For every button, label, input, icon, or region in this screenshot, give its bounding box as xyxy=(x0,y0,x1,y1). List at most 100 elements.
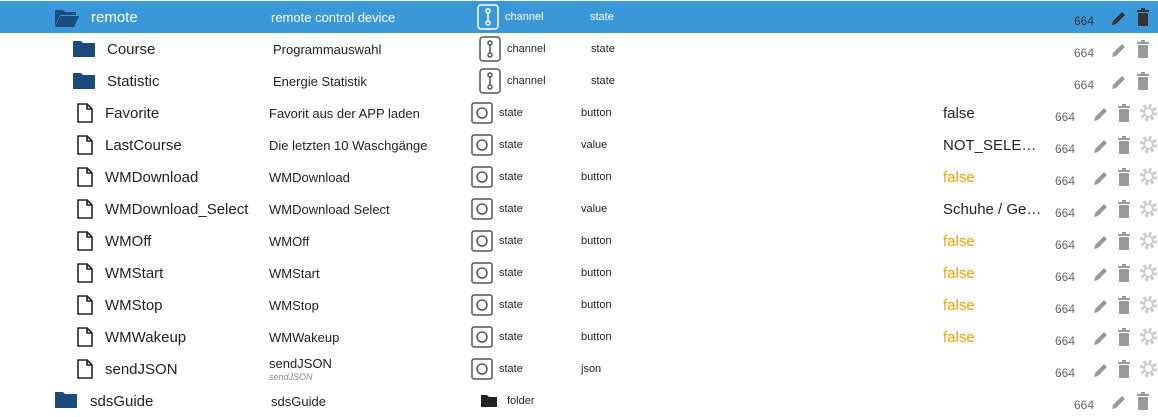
gear-icon[interactable] xyxy=(1139,199,1158,218)
tree-row-wmstop[interactable]: WMStop WMStop state button false 664 xyxy=(0,289,1158,321)
delete-icon[interactable] xyxy=(1136,72,1150,90)
row-type: state xyxy=(499,363,523,375)
row-acl: 664 xyxy=(1074,46,1095,60)
channel-icon xyxy=(479,68,501,94)
row-role: state xyxy=(590,11,614,23)
edit-icon[interactable] xyxy=(1110,9,1128,27)
gear-icon[interactable] xyxy=(1139,135,1158,154)
edit-icon[interactable] xyxy=(1110,393,1128,411)
folder-icon xyxy=(55,392,77,408)
row-description: Die letzten 10 Waschgänge xyxy=(269,138,428,153)
row-description: Favorit aus der APP laden xyxy=(269,106,420,121)
row-description: WMOff xyxy=(269,234,310,249)
tree-row-sdsguide[interactable]: sdsGuide sdsGuide folder 664 xyxy=(0,385,1158,417)
row-value[interactable]: false xyxy=(943,265,1043,282)
row-role: button xyxy=(581,235,612,247)
row-acl: 664 xyxy=(1055,270,1076,284)
state-icon xyxy=(471,102,493,124)
gear-icon[interactable] xyxy=(1139,327,1158,346)
gear-icon[interactable] xyxy=(1139,167,1158,186)
row-value[interactable]: false xyxy=(943,169,1043,186)
row-acl: 664 xyxy=(1074,14,1095,28)
tree-row-sendjson[interactable]: sendJSON sendJSON sendJSON state json 66… xyxy=(0,353,1158,385)
edit-icon[interactable] xyxy=(1110,41,1128,59)
folder-icon xyxy=(73,73,95,89)
row-value[interactable]: false xyxy=(943,105,1043,122)
edit-icon[interactable] xyxy=(1092,265,1110,283)
row-value[interactable]: false xyxy=(943,329,1043,346)
delete-icon[interactable] xyxy=(1136,392,1150,410)
tree-row-wmstart[interactable]: WMStart WMStart state button false 664 xyxy=(0,257,1158,289)
row-role: button xyxy=(581,299,612,311)
delete-icon[interactable] xyxy=(1136,40,1150,58)
row-role: value xyxy=(581,139,608,151)
tree-row-course[interactable]: Course Programmauswahl channel state 664 xyxy=(0,33,1158,65)
row-acl: 664 xyxy=(1055,110,1076,124)
edit-icon[interactable] xyxy=(1092,361,1110,379)
row-type: state xyxy=(499,107,523,119)
tree-row-wmdownload-select[interactable]: WMDownload_Select WMDownload Select stat… xyxy=(0,193,1158,225)
edit-icon[interactable] xyxy=(1092,297,1110,315)
delete-icon[interactable] xyxy=(1117,232,1131,250)
edit-icon[interactable] xyxy=(1092,169,1110,187)
row-type: folder xyxy=(507,395,535,407)
channel-icon xyxy=(479,36,501,62)
tree-row-wmdownload[interactable]: WMDownload WMDownload state button false… xyxy=(0,161,1158,193)
delete-icon[interactable] xyxy=(1117,296,1131,314)
folder-open-icon xyxy=(55,10,79,27)
file-icon xyxy=(77,359,93,379)
row-role: json xyxy=(581,363,602,375)
delete-icon[interactable] xyxy=(1117,168,1131,186)
row-name: Statistic xyxy=(107,73,160,90)
delete-icon[interactable] xyxy=(1117,104,1131,122)
gear-icon[interactable] xyxy=(1139,359,1158,378)
edit-icon[interactable] xyxy=(1092,105,1110,123)
file-icon xyxy=(77,103,93,123)
edit-icon[interactable] xyxy=(1092,137,1110,155)
row-value[interactable]: false xyxy=(943,297,1043,314)
delete-icon[interactable] xyxy=(1117,200,1131,218)
row-name: WMStop xyxy=(105,297,163,314)
row-value[interactable]: NOT_SELECTED xyxy=(943,137,1043,154)
gear-icon[interactable] xyxy=(1139,103,1158,122)
tree-row-remote[interactable]: remote remote control device channel sta… xyxy=(0,1,1158,33)
file-icon xyxy=(77,295,93,315)
row-role: button xyxy=(581,107,612,119)
state-icon xyxy=(471,198,493,220)
row-value[interactable]: Schuhe / Gemischt xyxy=(943,201,1043,218)
edit-icon[interactable] xyxy=(1092,201,1110,219)
row-description: WMStop xyxy=(269,298,319,313)
tree-row-statistic[interactable]: Statistic Energie Statistik channel stat… xyxy=(0,65,1158,97)
row-type: channel xyxy=(505,11,544,23)
gear-icon[interactable] xyxy=(1139,263,1158,282)
channel-icon xyxy=(477,4,499,30)
row-name: WMStart xyxy=(105,265,164,282)
row-value[interactable]: false xyxy=(943,233,1043,250)
gear-icon[interactable] xyxy=(1139,295,1158,314)
delete-icon[interactable] xyxy=(1117,360,1131,378)
file-icon xyxy=(77,167,93,187)
edit-icon[interactable] xyxy=(1110,73,1128,91)
file-icon xyxy=(77,327,93,347)
delete-icon[interactable] xyxy=(1117,328,1131,346)
delete-icon[interactable] xyxy=(1117,136,1131,154)
state-icon xyxy=(471,230,493,252)
row-role: button xyxy=(581,267,612,279)
row-type: state xyxy=(499,139,523,151)
gear-icon[interactable] xyxy=(1139,231,1158,250)
tree-row-favorite[interactable]: Favorite Favorit aus der APP laden state… xyxy=(0,97,1158,129)
edit-icon[interactable] xyxy=(1092,233,1110,251)
tree-row-wmoff[interactable]: WMOff WMOff state button false 664 xyxy=(0,225,1158,257)
row-name: WMDownload xyxy=(105,169,199,186)
delete-icon[interactable] xyxy=(1117,264,1131,282)
tree-row-wmwakeup[interactable]: WMWakeup WMWakeup state button false 664 xyxy=(0,321,1158,353)
row-description: sendJSON xyxy=(269,356,332,371)
row-type: channel xyxy=(507,43,546,55)
row-role: value xyxy=(581,203,608,215)
row-role: button xyxy=(581,331,612,343)
edit-icon[interactable] xyxy=(1092,329,1110,347)
delete-icon[interactable] xyxy=(1136,8,1150,26)
row-description: WMWakeup xyxy=(269,330,340,345)
tree-row-lastcourse[interactable]: LastCourse Die letzten 10 Waschgänge sta… xyxy=(0,129,1158,161)
row-acl: 664 xyxy=(1055,334,1076,348)
